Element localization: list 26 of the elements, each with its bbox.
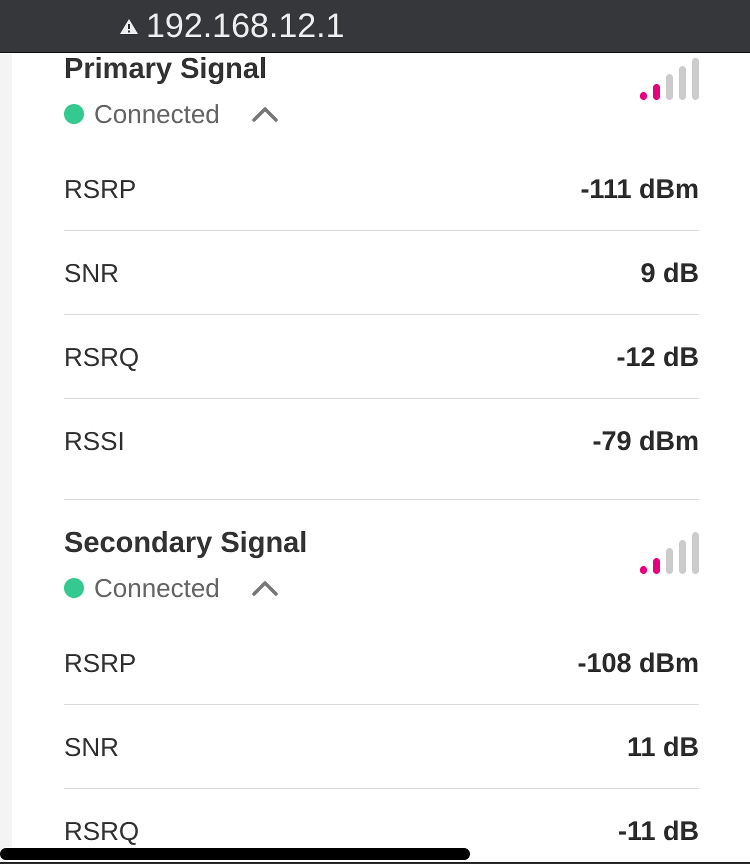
metric-value: -108 dBm (577, 648, 699, 676)
metric-label: RSRQ (64, 342, 140, 370)
metric-label: SNR (64, 258, 119, 286)
metric-value: -11 dB (618, 817, 699, 845)
status-dot-icon (64, 578, 84, 598)
metric-label: RSRP (64, 174, 136, 202)
metric-label: SNR (64, 732, 119, 760)
chevron-up-icon[interactable] (252, 106, 278, 122)
metric-value: 9 dB (640, 258, 699, 286)
metric-value: -111 dBm (580, 174, 699, 202)
url-text[interactable]: 192.168.12.1 (146, 6, 345, 46)
status-text: Connected (94, 99, 220, 129)
metric-value: 11 dB (626, 732, 699, 760)
warning-icon (120, 18, 138, 34)
metric-label: RSRP (64, 648, 136, 676)
chevron-up-icon[interactable] (252, 580, 278, 596)
metric-label: RSSI (64, 427, 125, 455)
section-title: Primary Signal (64, 53, 268, 85)
metric-label: RSRQ (64, 817, 140, 845)
status-dot-icon (64, 104, 84, 124)
metric-value: -12 dB (616, 342, 699, 370)
status-text: Connected (94, 573, 220, 603)
signal-bars-icon (640, 532, 699, 574)
metric-value: -79 dBm (592, 427, 699, 455)
section-title: Secondary Signal (64, 527, 308, 559)
signal-bars-icon (640, 58, 699, 100)
